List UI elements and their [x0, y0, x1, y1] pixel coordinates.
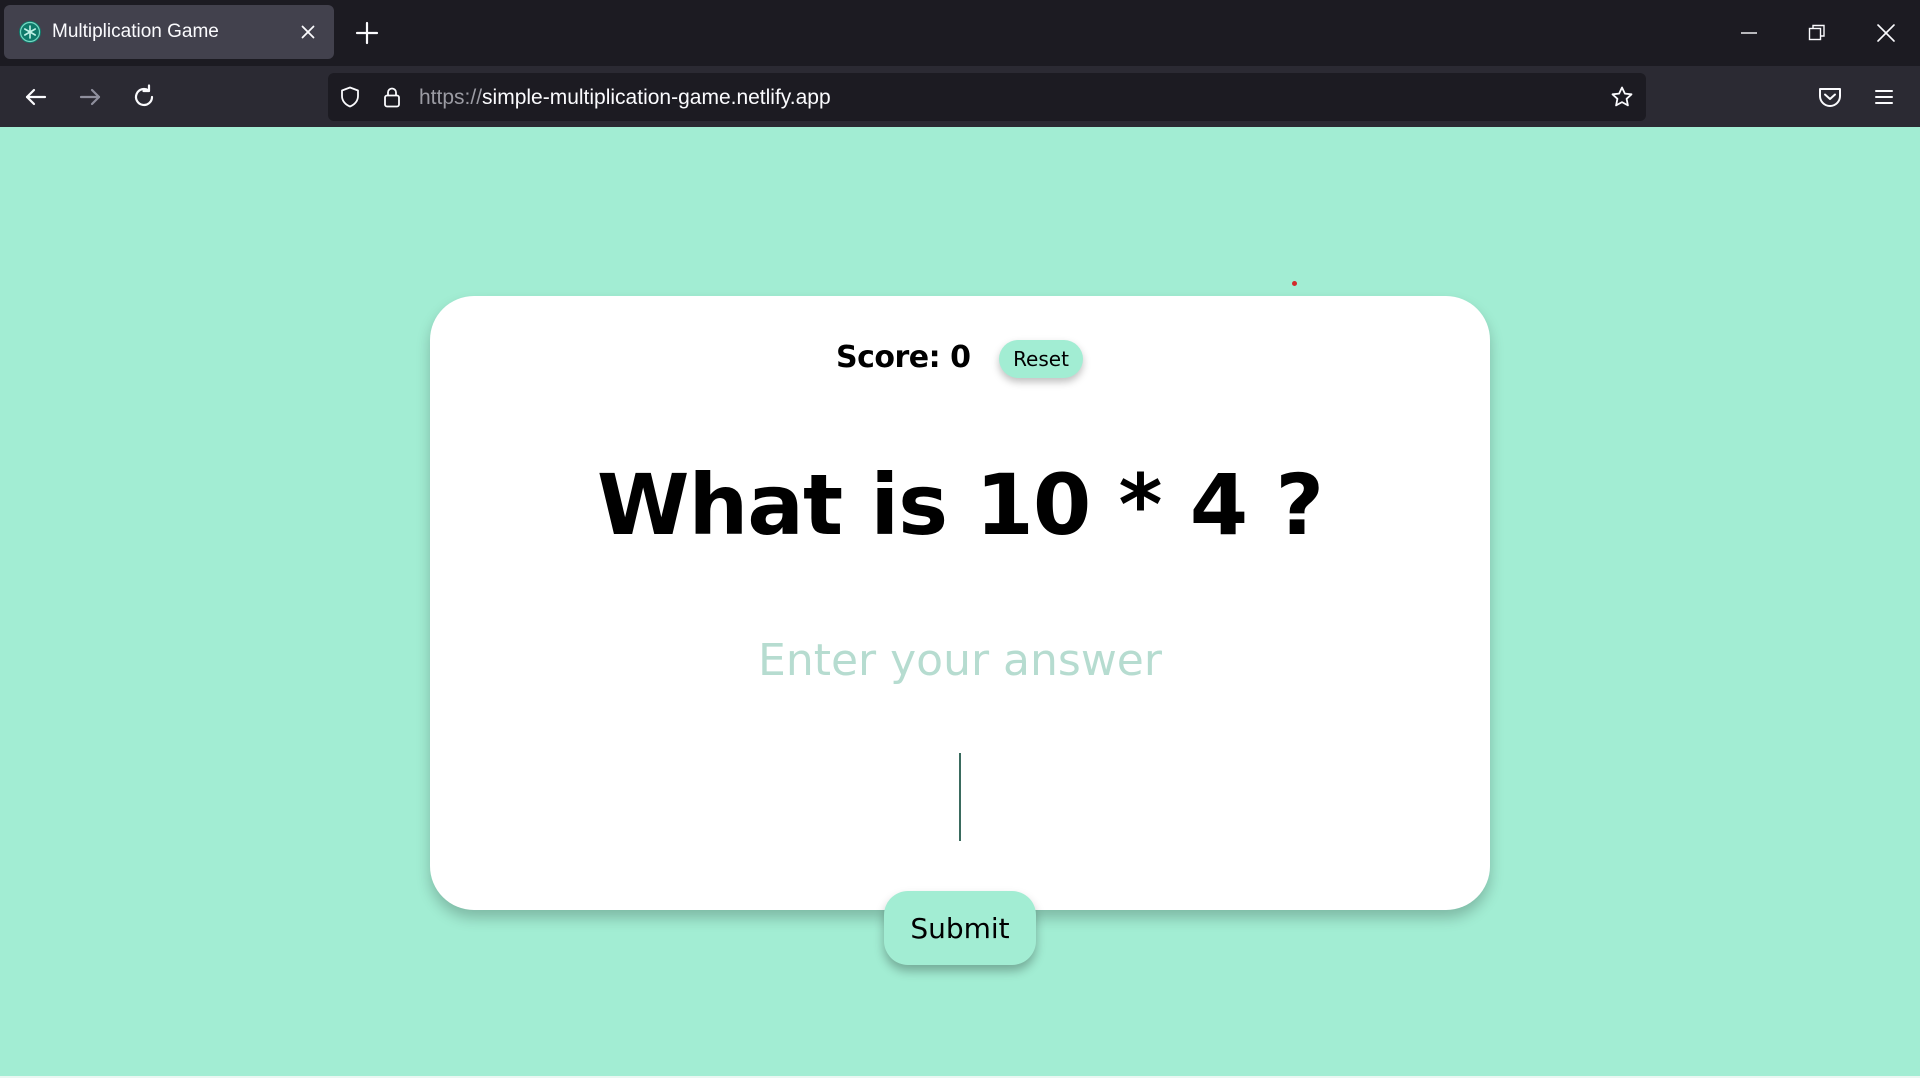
browser-tab-active[interactable]: Multiplication Game: [4, 5, 334, 59]
url-host: simple-multiplication-game.netlify.app: [482, 86, 831, 109]
minimize-window-icon[interactable]: [1736, 20, 1762, 46]
game-card: Score: 0 Reset What is 10 * 4 ? Submit: [430, 296, 1490, 965]
url-protocol: https://: [419, 86, 483, 109]
pocket-icon[interactable]: [1815, 82, 1845, 112]
address-bar[interactable]: https://simple-multiplication-game.netli…: [328, 73, 1646, 121]
answer-input[interactable]: [610, 616, 1310, 704]
close-tab-icon[interactable]: [296, 20, 320, 44]
navigation-toolbar: https://simple-multiplication-game.netli…: [0, 66, 1920, 127]
submit-button[interactable]: Submit: [884, 891, 1036, 965]
score-label: Score: 0: [836, 340, 971, 375]
red-dot-marker: [1292, 281, 1297, 286]
reset-button[interactable]: Reset: [999, 340, 1083, 378]
snowflake-icon: [19, 21, 41, 43]
tab-bar: Multiplication Game: [0, 0, 1920, 66]
hamburger-menu-icon[interactable]: [1869, 82, 1899, 112]
close-window-icon[interactable]: [1873, 20, 1899, 46]
url-text[interactable]: https://simple-multiplication-game.netli…: [419, 86, 831, 110]
shield-icon[interactable]: [338, 85, 362, 109]
arrow-right-icon[interactable]: [75, 82, 105, 112]
tab-title: Multiplication Game: [52, 21, 219, 42]
star-icon[interactable]: [1610, 85, 1634, 109]
arrow-left-icon[interactable]: [21, 82, 51, 112]
new-tab-plus-icon[interactable]: [354, 20, 380, 46]
text-caret: [959, 753, 961, 841]
lock-icon[interactable]: [380, 85, 404, 109]
restore-window-icon[interactable]: [1804, 20, 1830, 46]
page-viewport: Score: 0 Reset What is 10 * 4 ? Submit: [0, 127, 1920, 1078]
question-text: What is 10 * 4 ?: [596, 456, 1324, 554]
reload-icon[interactable]: [129, 82, 159, 112]
